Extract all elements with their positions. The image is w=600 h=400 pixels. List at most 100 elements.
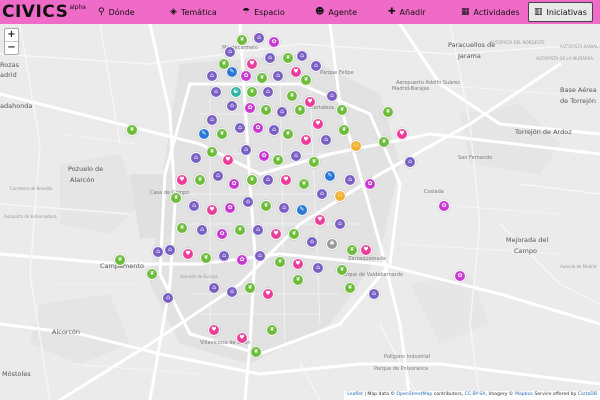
initiative-marker[interactable]: ⌂ bbox=[190, 152, 202, 164]
initiative-marker[interactable]: ⌂ bbox=[218, 250, 230, 262]
initiative-marker[interactable]: ⚇ bbox=[350, 140, 362, 152]
initiative-marker[interactable]: ❦ bbox=[200, 252, 212, 264]
initiative-marker[interactable]: ❦ bbox=[244, 282, 256, 294]
initiative-marker[interactable]: ✿ bbox=[454, 270, 466, 282]
initiative-marker[interactable]: ❦ bbox=[256, 72, 268, 84]
initiative-marker[interactable]: ❦ bbox=[344, 282, 356, 294]
initiative-marker[interactable]: ❦ bbox=[170, 192, 182, 204]
initiative-marker[interactable]: ⌂ bbox=[208, 282, 220, 294]
initiative-marker[interactable]: ⌂ bbox=[262, 86, 274, 98]
initiative-marker[interactable]: ❦ bbox=[382, 106, 394, 118]
attribution-osm-link[interactable]: OpenStreetMap bbox=[396, 392, 432, 397]
initiative-marker[interactable]: ⌂ bbox=[334, 218, 346, 230]
initiative-marker[interactable]: ⌂ bbox=[264, 52, 276, 64]
initiative-marker[interactable]: ⌂ bbox=[344, 174, 356, 186]
initiative-marker[interactable]: ⌂ bbox=[278, 202, 290, 214]
nav-tematica[interactable]: ◈ Temática bbox=[170, 2, 217, 22]
initiative-marker[interactable]: ✿ bbox=[258, 150, 270, 162]
initiative-marker[interactable]: ⌂ bbox=[306, 236, 318, 248]
initiative-marker[interactable]: ♥ bbox=[280, 174, 292, 186]
initiative-marker[interactable]: ✱ bbox=[326, 238, 338, 250]
initiative-marker[interactable]: ⌂ bbox=[226, 286, 238, 298]
initiative-marker[interactable]: ❦ bbox=[246, 86, 258, 98]
nav-actividades[interactable]: ▦ Actividades bbox=[461, 2, 520, 22]
initiative-marker[interactable]: ✎ bbox=[296, 204, 308, 216]
initiative-marker[interactable]: ♥ bbox=[396, 128, 408, 140]
initiative-marker[interactable]: ♥ bbox=[176, 174, 188, 186]
initiative-marker[interactable]: ✿ bbox=[236, 254, 248, 266]
zoom-out-button[interactable]: − bbox=[5, 41, 18, 54]
initiative-marker[interactable]: ⌂ bbox=[368, 288, 380, 300]
attribution-carto-link[interactable]: CartoDB bbox=[578, 392, 597, 397]
initiative-marker[interactable]: ❦ bbox=[294, 104, 306, 116]
initiative-marker[interactable]: ⌂ bbox=[242, 196, 254, 208]
initiative-marker[interactable]: ♥ bbox=[300, 134, 312, 146]
initiative-marker[interactable]: ⌂ bbox=[253, 32, 265, 44]
initiative-marker[interactable]: ✎ bbox=[324, 170, 336, 182]
initiative-marker[interactable]: ♥ bbox=[292, 258, 304, 270]
initiative-marker[interactable]: ✿ bbox=[438, 200, 450, 212]
initiative-marker[interactable]: ❦ bbox=[288, 228, 300, 240]
initiative-marker[interactable]: ❦ bbox=[260, 200, 272, 212]
nav-iniciativas[interactable]: ▥ Iniciativas bbox=[528, 2, 593, 22]
initiative-marker[interactable]: ☯ bbox=[230, 86, 242, 98]
initiative-marker[interactable]: ✿ bbox=[228, 178, 240, 190]
initiative-marker[interactable]: ⌂ bbox=[206, 70, 218, 82]
initiative-marker[interactable]: ⌂ bbox=[234, 122, 246, 134]
map-canvas[interactable]: + − Paracuellos de Jarama Rozas adrid Base A… bbox=[0, 24, 600, 400]
initiative-marker[interactable]: ⌂ bbox=[268, 124, 280, 136]
initiative-marker[interactable]: ❦ bbox=[300, 74, 312, 86]
initiative-marker[interactable]: ♥ bbox=[314, 214, 326, 226]
initiative-marker[interactable]: ✿ bbox=[240, 70, 252, 82]
attribution-leaflet-link[interactable]: Leaflet bbox=[347, 392, 363, 397]
initiative-marker[interactable]: ❦ bbox=[298, 178, 310, 190]
initiative-marker[interactable]: ⌂ bbox=[310, 60, 322, 72]
initiative-marker[interactable]: ❦ bbox=[114, 254, 126, 266]
initiative-marker[interactable]: ⌂ bbox=[276, 106, 288, 118]
initiative-marker[interactable]: ⌂ bbox=[196, 224, 208, 236]
initiative-marker[interactable]: ✿ bbox=[224, 202, 236, 214]
initiative-marker[interactable]: ❦ bbox=[250, 346, 262, 358]
initiative-marker[interactable]: ♥ bbox=[206, 204, 218, 216]
initiative-marker[interactable]: ♥ bbox=[262, 288, 274, 300]
initiative-marker[interactable]: ❦ bbox=[308, 156, 320, 168]
initiative-marker[interactable]: ❦ bbox=[234, 224, 246, 236]
initiative-marker[interactable]: ♥ bbox=[312, 118, 324, 130]
initiative-marker[interactable]: ♥ bbox=[182, 248, 194, 260]
nav-agente[interactable]: ☻ Agente bbox=[315, 2, 357, 22]
initiative-marker[interactable]: ❦ bbox=[282, 128, 294, 140]
initiative-marker[interactable]: ⌂ bbox=[290, 150, 302, 162]
initiative-marker[interactable]: ⚇ bbox=[334, 190, 346, 202]
initiative-marker[interactable]: ❦ bbox=[206, 146, 218, 158]
initiative-marker[interactable]: ♥ bbox=[208, 324, 220, 336]
initiative-marker[interactable]: ♥ bbox=[246, 58, 258, 70]
initiative-marker[interactable]: ⌂ bbox=[404, 156, 416, 168]
initiative-marker[interactable]: ⌂ bbox=[240, 144, 252, 156]
initiative-marker[interactable]: ⌂ bbox=[212, 170, 224, 182]
initiative-marker[interactable]: ❦ bbox=[336, 264, 348, 276]
initiative-marker[interactable]: ❦ bbox=[126, 124, 138, 136]
attribution-mapbox-link[interactable]: Mapbox bbox=[515, 392, 533, 397]
initiative-marker[interactable]: ✿ bbox=[364, 178, 376, 190]
initiative-marker[interactable]: ⌂ bbox=[316, 188, 328, 200]
initiative-marker[interactable]: ❦ bbox=[246, 174, 258, 186]
initiative-marker[interactable]: ❦ bbox=[282, 52, 294, 64]
initiative-marker[interactable]: ⌂ bbox=[296, 50, 308, 62]
initiative-marker[interactable]: ♥ bbox=[222, 154, 234, 166]
initiative-marker[interactable]: ✎ bbox=[226, 66, 238, 78]
initiative-marker[interactable]: ⌂ bbox=[252, 224, 264, 236]
attribution-license-link[interactable]: CC-BY-SA bbox=[465, 392, 486, 397]
initiative-marker[interactable]: ⌂ bbox=[152, 246, 164, 258]
initiative-marker[interactable]: ⌂ bbox=[162, 292, 174, 304]
initiative-marker[interactable]: ✿ bbox=[216, 228, 228, 240]
initiative-marker[interactable]: ❦ bbox=[236, 34, 248, 46]
initiative-marker[interactable]: ⌂ bbox=[226, 100, 238, 112]
initiative-marker[interactable]: ❦ bbox=[274, 256, 286, 268]
initiative-marker[interactable]: ❦ bbox=[194, 174, 206, 186]
initiative-marker[interactable]: ♥ bbox=[236, 332, 248, 344]
initiative-marker[interactable]: ⌂ bbox=[224, 46, 236, 58]
initiative-marker[interactable]: ❦ bbox=[272, 154, 284, 166]
initiative-marker[interactable]: ❦ bbox=[338, 124, 350, 136]
initiative-marker[interactable]: ⌂ bbox=[312, 262, 324, 274]
initiative-marker[interactable]: ❦ bbox=[216, 128, 228, 140]
